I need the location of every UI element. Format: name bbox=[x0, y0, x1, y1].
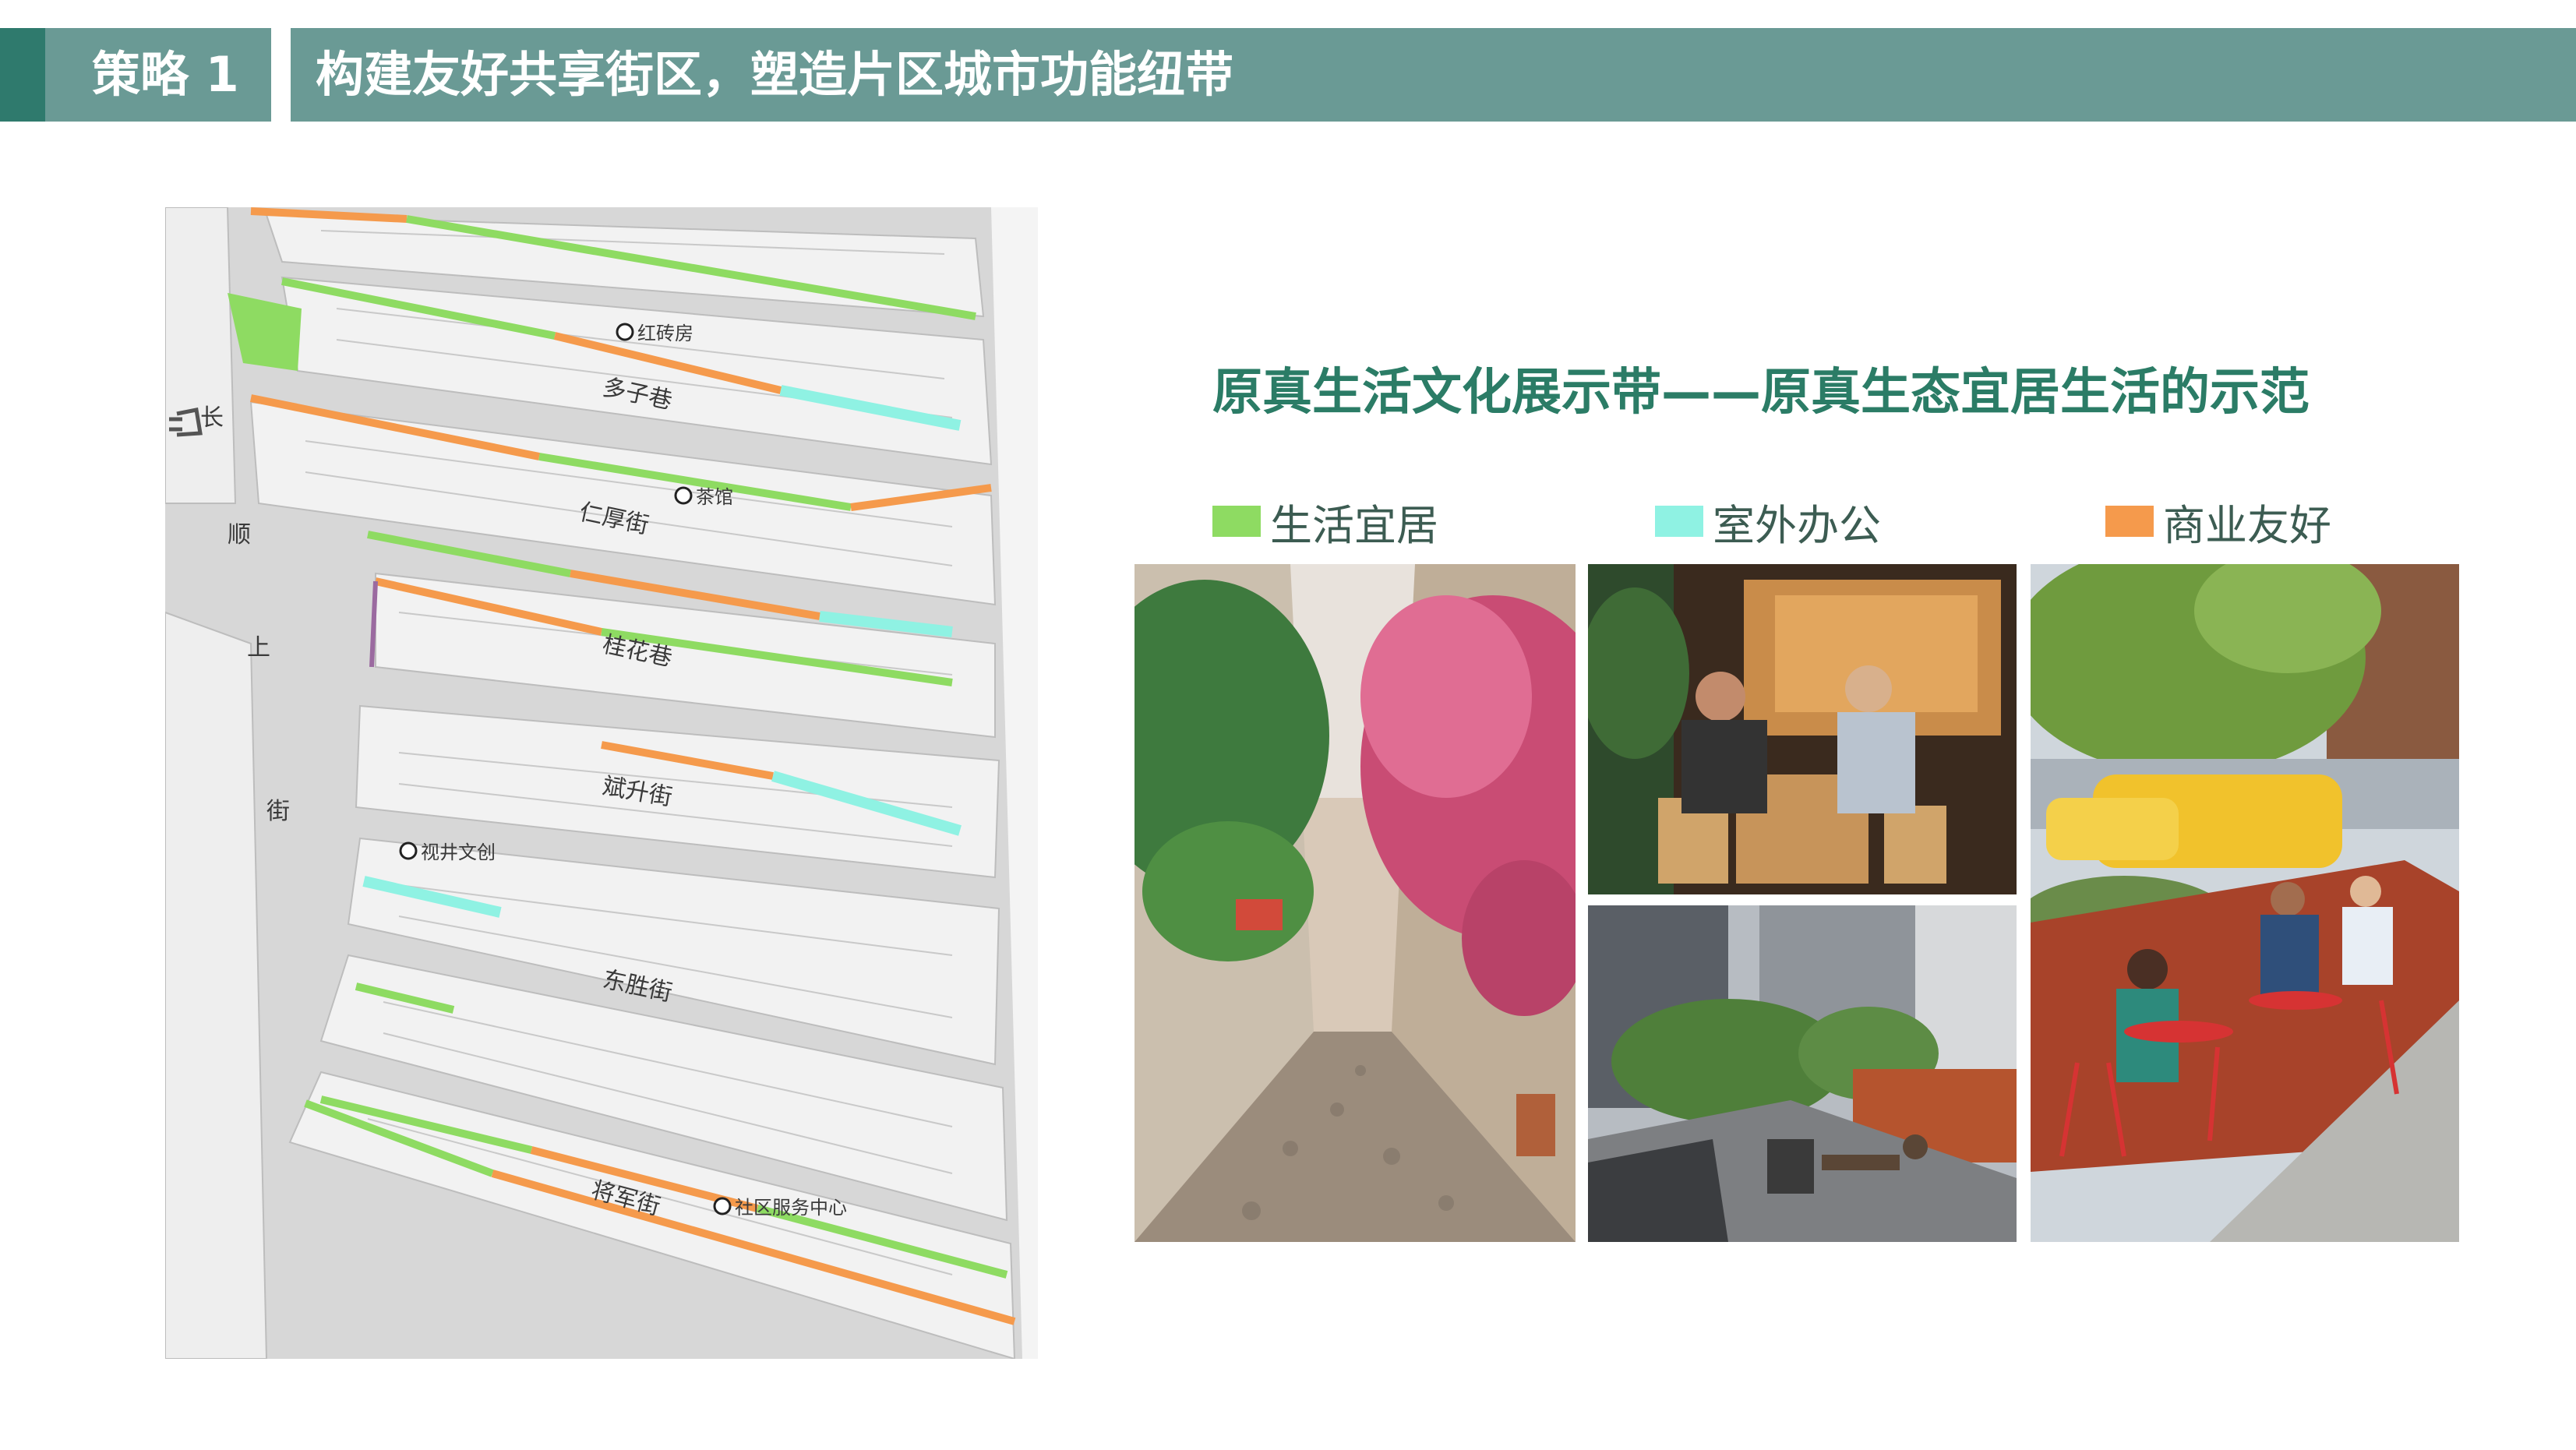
legend-item-living: 生活宜居 bbox=[1212, 496, 1438, 550]
section-title: 原真生活文化展示带——原真生态宜居生活的示范 bbox=[1212, 364, 2310, 422]
legend-label: 生活宜居 bbox=[1270, 500, 1438, 550]
landmark-marker bbox=[713, 1197, 732, 1215]
landmark-label: 红砖房 bbox=[637, 323, 693, 344]
strategy-label: 策略 1 bbox=[92, 46, 239, 103]
flower-alley-photo bbox=[1134, 564, 1576, 1242]
legend-label: 商业友好 bbox=[2163, 500, 2331, 550]
legend-swatch-green bbox=[1212, 506, 1261, 537]
legend-label: 室外办公 bbox=[1713, 500, 1881, 550]
landmark-marker bbox=[674, 486, 693, 505]
legend-item-office: 室外办公 bbox=[1655, 496, 1881, 550]
landmark-marker bbox=[616, 323, 634, 341]
legend-swatch-orange bbox=[2105, 506, 2154, 537]
plaza-seating-photo bbox=[1588, 905, 2017, 1242]
parklet-street-photo bbox=[2031, 564, 2459, 1242]
landmark-label: 社区服务中心 bbox=[735, 1197, 847, 1219]
main-road-char: 顺 bbox=[228, 521, 251, 549]
legend-item-commerce: 商业友好 bbox=[2105, 496, 2331, 550]
header-accent-bar bbox=[0, 28, 45, 122]
legend-swatch-cyan bbox=[1655, 506, 1703, 537]
landmark-marker bbox=[399, 841, 418, 860]
street-plan-map: 多子巷 仁厚街 桂花巷 斌升街 东胜街 将军街 长 顺 上 街 红砖房 茶馆 视… bbox=[165, 207, 1038, 1359]
main-road-char: 长 bbox=[200, 404, 224, 432]
landmark-label: 视井文创 bbox=[421, 841, 496, 863]
main-road-char: 上 bbox=[247, 634, 270, 661]
map-canvas: 多子巷 仁厚街 桂花巷 斌升街 东胜街 将军街 长 顺 上 街 红砖房 茶馆 视… bbox=[165, 207, 1038, 1359]
cafe-interior-photo bbox=[1588, 564, 2017, 894]
main-road-char: 街 bbox=[266, 798, 290, 825]
page-title: 构建友好共享街区，塑造片区城市功能纽带 bbox=[316, 46, 1234, 103]
landmark-label: 茶馆 bbox=[696, 486, 733, 508]
